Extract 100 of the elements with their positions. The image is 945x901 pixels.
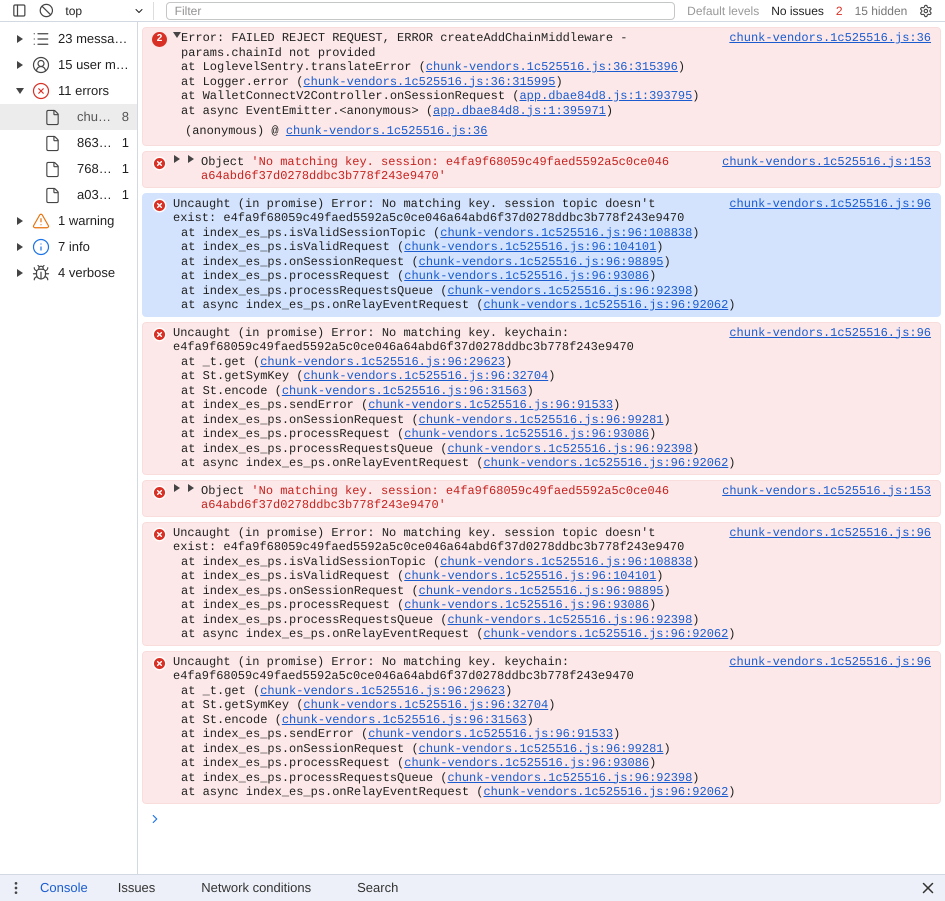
- settings-icon[interactable]: [919, 4, 933, 18]
- source-link[interactable]: chunk-vendors.1c525516.js:96: [729, 326, 931, 340]
- stack-frame-link[interactable]: app.dbae84d8.js:1:395971: [433, 104, 606, 118]
- bug-icon: [32, 264, 50, 282]
- group-caret-icon[interactable]: [173, 484, 181, 492]
- file-count: 1: [122, 186, 129, 204]
- stack-frame: at index_es_ps.processRequestsQueue (chunk-vendors.1c525516.js:96:92398): [181, 612, 931, 627]
- stack-frame-link[interactable]: chunk-vendors.1c525516.js:96:93086: [404, 598, 650, 612]
- stack-frame-link[interactable]: chunk-vendors.1c525516.js:96:31563: [282, 712, 527, 726]
- stack-frame-link[interactable]: chunk-vendors.1c525516.js:96:92062: [483, 627, 728, 641]
- stack-frame: at index_es_ps.processRequest (chunk-vendors.1c525516.js:96:93086): [181, 269, 931, 284]
- stack-frame-link[interactable]: chunk-vendors.1c525516.js:96:108838: [440, 226, 692, 240]
- stack-frame: at index_es_ps.processRequestsQueue (chunk-vendors.1c525516.js:96:92398): [181, 770, 931, 785]
- stack-frame-link[interactable]: chunk-vendors.1c525516.js:96:92398: [447, 770, 692, 784]
- error-icon: [152, 526, 167, 542]
- stack-frame: at Logger.error (chunk-vendors.1c525516.js:36:315995): [181, 74, 931, 89]
- stack-frame-link[interactable]: chunk-vendors.1c525516.js:96:93086: [404, 756, 650, 770]
- sidebar-file-item[interactable]: chu… 8: [0, 104, 137, 130]
- error-count-badge: 2: [152, 32, 167, 47]
- stack-frame-link[interactable]: chunk-vendors.1c525516.js:96:32704: [303, 698, 548, 712]
- filter-field[interactable]: Filter: [166, 2, 676, 20]
- error-icon: [152, 484, 167, 500]
- stack-frame-link[interactable]: chunk-vendors.1c525516.js:36:315995: [303, 74, 556, 88]
- stack-frame: at index_es_ps.onSessionRequest (chunk-vendors.1c525516.js:96:99281): [181, 742, 931, 756]
- stack-frame-link[interactable]: chunk-vendors.1c525516.js:96:32704: [303, 369, 548, 383]
- stack-frame-link[interactable]: chunk-vendors.1c525516.js:96:29623: [260, 354, 506, 368]
- stack-frame-link[interactable]: chunk-vendors.1c525516.js:96:91533: [368, 727, 614, 741]
- list-icon: [32, 30, 50, 48]
- object-message: Object 'No matching key. session: e4fa9f68059c49faed5592a5c0ce046a64abd6f37d0278ddbc3b778f243e9470': [201, 484, 670, 512]
- sidebar-file-item[interactable]: 863… 1: [0, 130, 137, 156]
- stack-frame: at _t.get (chunk-vendors.1c525516.js:96:29623): [181, 354, 931, 369]
- error-icon: [32, 82, 50, 100]
- stack-frame-link[interactable]: chunk-vendors.1c525516.js:96:92398: [447, 612, 692, 626]
- stack-frame-link[interactable]: chunk-vendors.1c525516.js:96:29623: [260, 684, 506, 698]
- drawer-tab[interactable]: Search: [353, 878, 402, 898]
- stack-frame: at async index_es_ps.onRelayEventRequest (chunk-vendors.1c525516.js:96:92062): [181, 627, 931, 642]
- stack-frame-link[interactable]: chunk-vendors.1c525516.js:96:98895: [418, 584, 664, 598]
- stack-frame: at St.getSymKey (chunk-vendors.1c525516.js:96:32704): [181, 369, 931, 384]
- object-caret-icon[interactable]: [187, 154, 195, 162]
- issue-count[interactable]: 2: [836, 2, 843, 20]
- stack-frame-link[interactable]: chunk-vendors.1c525516.js:96:99281: [418, 742, 664, 756]
- stack-frame: at index_es_ps.onSessionRequest (chunk-vendors.1c525516.js:96:98895): [181, 584, 931, 598]
- stack-frame-link[interactable]: chunk-vendors.1c525516.js:36:315396: [426, 60, 678, 74]
- sidebar-file-item[interactable]: a03… 1: [0, 182, 137, 208]
- clear-console-icon[interactable]: [38, 3, 54, 18]
- stack-frame-link[interactable]: chunk-vendors.1c525516.js:96:92398: [447, 442, 692, 456]
- sidebar-item[interactable]: 23 messa…: [0, 26, 137, 52]
- stack-frame-link[interactable]: chunk-vendors.1c525516.js:96:92398: [447, 284, 692, 298]
- stack-frame-link[interactable]: chunk-vendors.1c525516.js:96:91533: [368, 398, 614, 412]
- drawer-tab[interactable]: Issues: [114, 878, 160, 898]
- source-link[interactable]: chunk-vendors.1c525516.js:96: [729, 196, 931, 210]
- stack-frame-link[interactable]: chunk-vendors.1c525516.js:96:92062: [483, 785, 728, 799]
- stack-frame-link[interactable]: chunk-vendors.1c525516.js:96:108838: [440, 554, 692, 568]
- error-icon: [152, 198, 167, 212]
- sidebar-item[interactable]: 1 warning: [0, 208, 137, 234]
- stack-frame-link[interactable]: app.dbae84d8.js:1:393795: [519, 89, 692, 103]
- stack-frame-link[interactable]: chunk-vendors.1c525516.js:96:104101: [404, 569, 656, 583]
- group-caret-icon[interactable]: [173, 154, 181, 162]
- stack-frame-link[interactable]: chunk-vendors.1c525516.js:96:99281: [418, 412, 664, 426]
- disclosure-caret-icon[interactable]: [173, 31, 181, 39]
- sidebar-item[interactable]: 7 info: [0, 234, 137, 260]
- sidebar-item[interactable]: 4 verbose: [0, 260, 137, 286]
- file-icon: [44, 186, 61, 204]
- stack-frame-link[interactable]: chunk-vendors.1c525516.js:96:93086: [404, 427, 650, 441]
- stack-frame: at index_es_ps.onSessionRequest (chunk-vendors.1c525516.js:96:99281): [181, 412, 931, 427]
- collapsed-caret-icon[interactable]: [16, 269, 24, 277]
- object-caret-icon[interactable]: [187, 484, 195, 492]
- error-icon: [152, 326, 167, 342]
- collapsed-caret-icon[interactable]: [16, 35, 24, 43]
- stack-frame-link[interactable]: chunk-vendors.1c525516.js:96:98895: [418, 254, 664, 268]
- origin-link[interactable]: chunk-vendors.1c525516.js:36: [286, 124, 488, 138]
- collapsed-caret-icon[interactable]: [16, 217, 24, 225]
- error-icon: [152, 656, 167, 670]
- stack-frame: at index_es_ps.isValidSessionTopic (chunk-vendors.1c525516.js:96:108838): [181, 554, 931, 569]
- stack-frame-link[interactable]: chunk-vendors.1c525516.js:96:92062: [483, 298, 728, 312]
- source-link[interactable]: chunk-vendors.1c525516.js:36: [729, 31, 931, 45]
- sidebar-file-item[interactable]: 768… 1: [0, 156, 137, 182]
- stack-frame-link[interactable]: chunk-vendors.1c525516.js:96:104101: [404, 240, 656, 254]
- drawer-tab[interactable]: Console: [36, 878, 92, 898]
- expanded-caret-icon[interactable]: [16, 87, 24, 95]
- stack-frame: at St.encode (chunk-vendors.1c525516.js:96:31563): [181, 384, 931, 398]
- source-link[interactable]: chunk-vendors.1c525516.js:96: [729, 526, 931, 540]
- stack-frame-link[interactable]: chunk-vendors.1c525516.js:96:92062: [483, 456, 728, 470]
- context-dropdown[interactable]: top: [65, 2, 154, 20]
- stack-frame-link[interactable]: chunk-vendors.1c525516.js:96:93086: [404, 269, 650, 283]
- sidebar-toggle-icon[interactable]: [12, 3, 27, 18]
- stack-frame-link[interactable]: chunk-vendors.1c525516.js:96:31563: [282, 384, 527, 398]
- collapsed-caret-icon[interactable]: [16, 61, 24, 69]
- sidebar-item[interactable]: 11 errors: [0, 78, 137, 104]
- source-link[interactable]: chunk-vendors.1c525516.js:153: [722, 154, 931, 168]
- sidebar-item[interactable]: 15 user m…: [0, 52, 137, 78]
- source-link[interactable]: chunk-vendors.1c525516.js:153: [722, 484, 931, 498]
- warning-icon: [32, 212, 50, 230]
- stack-frame: at async index_es_ps.onRelayEventRequest (chunk-vendors.1c525516.js:96:92062): [181, 456, 931, 470]
- issues-label[interactable]: No issues: [771, 2, 824, 20]
- stack-frame: at index_es_ps.processRequest (chunk-vendors.1c525516.js:96:93086): [181, 598, 931, 612]
- levels-dropdown[interactable]: Default levels: [687, 2, 760, 20]
- drawer-tab[interactable]: Network conditions: [197, 878, 316, 898]
- collapsed-caret-icon[interactable]: [16, 243, 24, 251]
- source-link[interactable]: chunk-vendors.1c525516.js:96: [729, 654, 931, 668]
